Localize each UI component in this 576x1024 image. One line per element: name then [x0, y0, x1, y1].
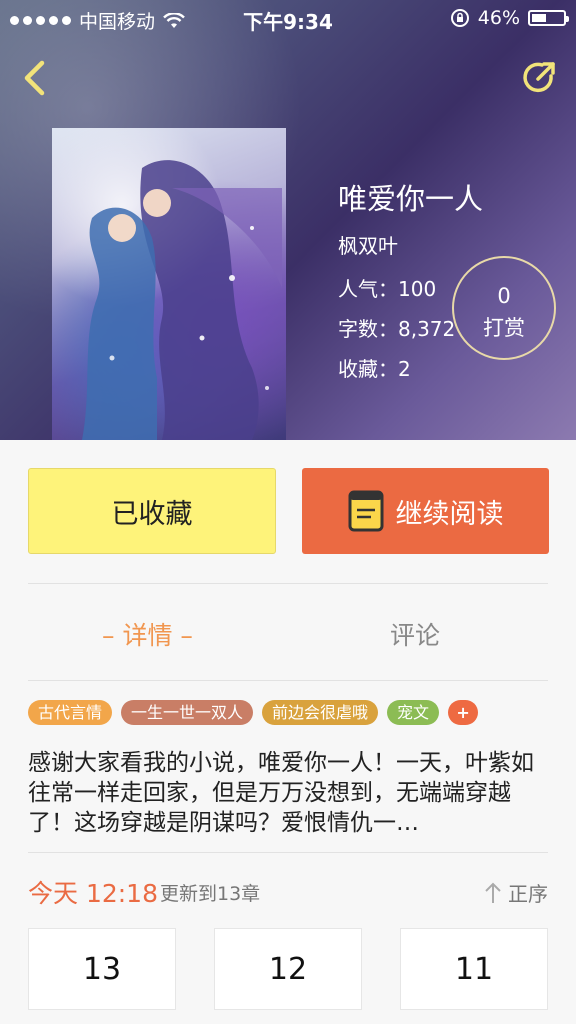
tag-chip[interactable]: 古代言情	[28, 700, 113, 725]
tag-chip[interactable]: 宠文	[387, 700, 440, 725]
divider	[28, 680, 548, 681]
tab-bar: – 详情 – 评论	[0, 586, 576, 680]
tag-chip[interactable]: 一生一世一双人	[121, 700, 254, 725]
book-title: 唯爱你一人	[338, 182, 484, 216]
divider	[28, 852, 548, 853]
update-time: 今天 12:18	[28, 879, 158, 908]
back-button[interactable]	[14, 56, 58, 100]
tip-button[interactable]: 0 打赏	[452, 256, 556, 360]
tag-chip[interactable]: 前边会很虐哦	[262, 700, 379, 725]
chapter-grid: 13 12 11	[28, 928, 548, 1010]
cover-illustration	[82, 160, 282, 440]
favorites-stat: 收藏：2	[338, 357, 411, 381]
tip-label: 打赏	[483, 316, 525, 340]
chapter-button[interactable]: 12	[214, 928, 362, 1010]
continue-reading-button[interactable]: 继续阅读	[302, 468, 549, 554]
chevron-left-icon	[24, 60, 45, 96]
update-text: 更新到13章	[160, 883, 261, 905]
add-tag-button[interactable]: +	[448, 700, 479, 725]
update-row: 今天 12:18 更新到13章 正序	[28, 870, 548, 910]
sort-button[interactable]: 正序	[484, 878, 548, 907]
battery-icon	[528, 10, 569, 26]
book-author[interactable]: 枫双叶	[338, 230, 483, 259]
tip-count: 0	[497, 284, 511, 308]
battery-percent: 46%	[477, 7, 520, 29]
continue-reading-label: 继续阅读	[395, 498, 504, 530]
orientation-lock-icon	[450, 9, 469, 27]
book-header: 中国移动 下午9:34 46% 唯爱你一人 枫双叶 人气：100 字数：8,37…	[0, 0, 576, 440]
book-icon	[348, 490, 383, 532]
collected-button[interactable]: 已收藏	[28, 468, 276, 554]
book-cover[interactable]	[52, 128, 286, 440]
book-description[interactable]: 感谢大家看我的小说，唯爱你一人！一天，叶紫如往常一样走回家，但是万万没想到，无端…	[28, 748, 548, 838]
divider	[28, 583, 548, 584]
status-bar: 中国移动 下午9:34 46%	[0, 0, 576, 36]
share-button[interactable]	[518, 56, 562, 100]
collected-label: 已收藏	[111, 498, 193, 530]
arrow-up-icon	[485, 882, 501, 903]
tab-detail[interactable]: – 详情 –	[102, 616, 193, 652]
chapter-button[interactable]: 11	[400, 928, 548, 1010]
tab-comments[interactable]: 评论	[390, 616, 440, 652]
chapter-button[interactable]: 13	[28, 928, 176, 1010]
share-icon	[523, 62, 555, 93]
sort-label: 正序	[508, 882, 548, 906]
tag-list: 古代言情 一生一世一双人 前边会很虐哦 宠文 +	[28, 700, 479, 725]
